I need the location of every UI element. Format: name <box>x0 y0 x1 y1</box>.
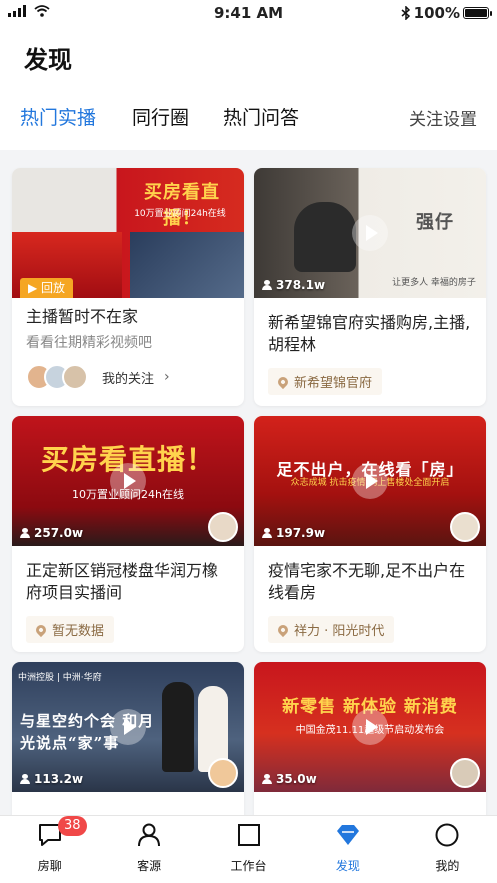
location-label: 新希望锦官府 <box>294 376 373 391</box>
card-thumbnail[interactable]: 新零售 新体验 新消费 中国金茂11.11超级节启动发布会 35.0w <box>254 662 486 792</box>
live-card[interactable]: 买房看直播！ 10万置业顾问24h在线 257.0w 正定新区销冠楼盘华润万橡府… <box>12 416 244 652</box>
page-title: 发现 <box>24 46 72 74</box>
location-tag[interactable]: 暂无数据 <box>26 616 115 643</box>
follow-settings-link[interactable]: 关注设置 <box>409 105 477 130</box>
play-icon[interactable] <box>110 709 146 745</box>
replay-badge: ▶ 回放 <box>20 278 74 298</box>
card-title: 正定新区销冠楼盘华润万橡府项目实播间 <box>26 561 219 602</box>
tab-hot-live[interactable]: 热门实播 <box>20 103 96 130</box>
battery-percent: 100% <box>413 4 460 22</box>
square-icon <box>237 824 260 846</box>
card-thumbnail[interactable]: 中洲控股 | 中洲·华府 与星空约个会 和月光说点“家”事 113.2w <box>12 662 244 792</box>
card-thumbnail[interactable]: 买房看直播！ 10万置业顾问24h在线 ▶ 回放 <box>12 168 244 298</box>
live-card[interactable]: 强仔 让更多人 幸福的房子 378.1w 新希望锦官府实播购房,主播,胡程林 新… <box>254 168 486 406</box>
location-pin-icon <box>33 622 49 637</box>
thumb-subtitle: 让更多人 幸福的房子 <box>392 278 476 288</box>
card-thumbnail[interactable]: 强仔 让更多人 幸福的房子 378.1w <box>254 168 486 298</box>
thumb-title: 买房看直播！ <box>144 182 220 229</box>
unread-badge: 38 <box>58 816 87 836</box>
host-avatar <box>208 758 238 788</box>
replay-label: 回放 <box>41 281 66 295</box>
viewer-icon <box>262 280 272 290</box>
tabbar-item-mine[interactable]: 我的 <box>398 816 497 883</box>
tabbar-item-discover[interactable]: 发现 <box>298 816 397 883</box>
location-pin-icon <box>275 622 291 637</box>
card-title: 疫情宅家不无聊,足不出户在线看房 <box>268 561 466 602</box>
follow-avatars <box>26 364 88 390</box>
host-avatar <box>208 512 238 542</box>
bluetooth-icon <box>401 6 410 20</box>
play-icon[interactable] <box>352 463 388 499</box>
view-count-value: 378.1w <box>276 278 326 292</box>
location-tag[interactable]: 新希望锦官府 <box>268 368 383 395</box>
tabbar-item-clients[interactable]: 客源 <box>99 816 198 883</box>
play-icon[interactable] <box>352 215 388 251</box>
view-count: 35.0w <box>262 772 317 786</box>
thumb-title: 强仔 <box>416 212 454 233</box>
view-count: 378.1w <box>262 278 325 292</box>
my-follow-label: 我的关注 <box>102 371 155 387</box>
card-title: 新希望锦官府实播购房,主播,胡程林 <box>268 313 471 354</box>
view-count-value: 197.9w <box>276 526 326 540</box>
person-icon <box>138 823 161 847</box>
top-tabs: 热门实播 同行圈 热门问答 关注设置 <box>20 103 477 133</box>
host-avatar <box>450 758 480 788</box>
card-thumbnail[interactable]: 买房看直播！ 10万置业顾问24h在线 257.0w <box>12 416 244 546</box>
diamond-icon <box>336 825 359 845</box>
view-count-value: 35.0w <box>276 772 317 786</box>
view-count: 113.2w <box>20 772 83 786</box>
location-label: 暂无数据 <box>52 624 105 639</box>
battery-icon <box>463 7 492 19</box>
status-right: 100% <box>401 4 492 22</box>
avatar <box>62 364 88 390</box>
thumb-subtitle: 中洲控股 | 中洲·华府 <box>18 673 102 683</box>
location-label: 祥力 · 阳光时代 <box>294 624 385 639</box>
card-title: 主播暂时不在家 <box>26 307 139 326</box>
live-card[interactable]: 足不出户，在线看「房」 众志成城 抗击疫情 网上售楼处全面开启 197.9w 疫… <box>254 416 486 652</box>
live-feed: 买房看直播！ 10万置业顾问24h在线 ▶ 回放 主播暂时不在家 看看往期精彩视… <box>0 150 497 815</box>
viewer-icon <box>20 528 30 538</box>
card-thumbnail[interactable]: 足不出户，在线看「房」 众志成城 抗击疫情 网上售楼处全面开启 197.9w <box>254 416 486 546</box>
tab-peer-circle[interactable]: 同行圈 <box>132 103 189 130</box>
tabbar-label: 客源 <box>137 859 162 873</box>
view-count-value: 113.2w <box>34 772 84 786</box>
location-pin-icon <box>275 374 291 389</box>
tabbar-label: 房聊 <box>37 859 62 873</box>
bottom-tab-bar: 38 房聊 客源 工作台 发现 我的 <box>0 815 497 883</box>
viewer-icon <box>20 774 30 784</box>
status-bar: 9:41 AM 100% <box>0 0 497 26</box>
live-card[interactable]: 中洲控股 | 中洲·华府 与星空约个会 和月光说点“家”事 113.2w <box>12 662 244 815</box>
view-count: 197.9w <box>262 526 325 540</box>
host-avatar <box>450 512 480 542</box>
view-count: 257.0w <box>20 526 83 540</box>
tab-hot-qa[interactable]: 热门问答 <box>223 103 299 130</box>
tabbar-label: 发现 <box>335 859 360 873</box>
battery-fill <box>465 9 487 17</box>
live-card[interactable]: 新零售 新体验 新消费 中国金茂11.11超级节启动发布会 35.0w <box>254 662 486 815</box>
play-icon[interactable] <box>110 463 146 499</box>
viewer-icon <box>262 774 272 784</box>
location-tag[interactable]: 祥力 · 阳光时代 <box>268 616 395 643</box>
tabbar-item-chat[interactable]: 38 房聊 <box>0 816 99 883</box>
live-card[interactable]: 买房看直播！ 10万置业顾问24h在线 ▶ 回放 主播暂时不在家 看看往期精彩视… <box>12 168 244 406</box>
circle-icon <box>435 823 459 847</box>
tabbar-label: 工作台 <box>230 859 267 873</box>
viewer-icon <box>262 528 272 538</box>
card-subtitle: 看看往期精彩视频吧 <box>26 335 152 351</box>
my-follow-row[interactable]: 我的关注 › <box>26 364 230 390</box>
view-count-value: 257.0w <box>34 526 84 540</box>
chevron-right-icon: › <box>164 369 170 385</box>
tabbar-item-workbench[interactable]: 工作台 <box>199 816 298 883</box>
play-icon[interactable] <box>352 709 388 745</box>
thumb-subtitle: 10万置业顾问24h在线 <box>134 209 226 219</box>
tabbar-label: 我的 <box>435 859 460 873</box>
